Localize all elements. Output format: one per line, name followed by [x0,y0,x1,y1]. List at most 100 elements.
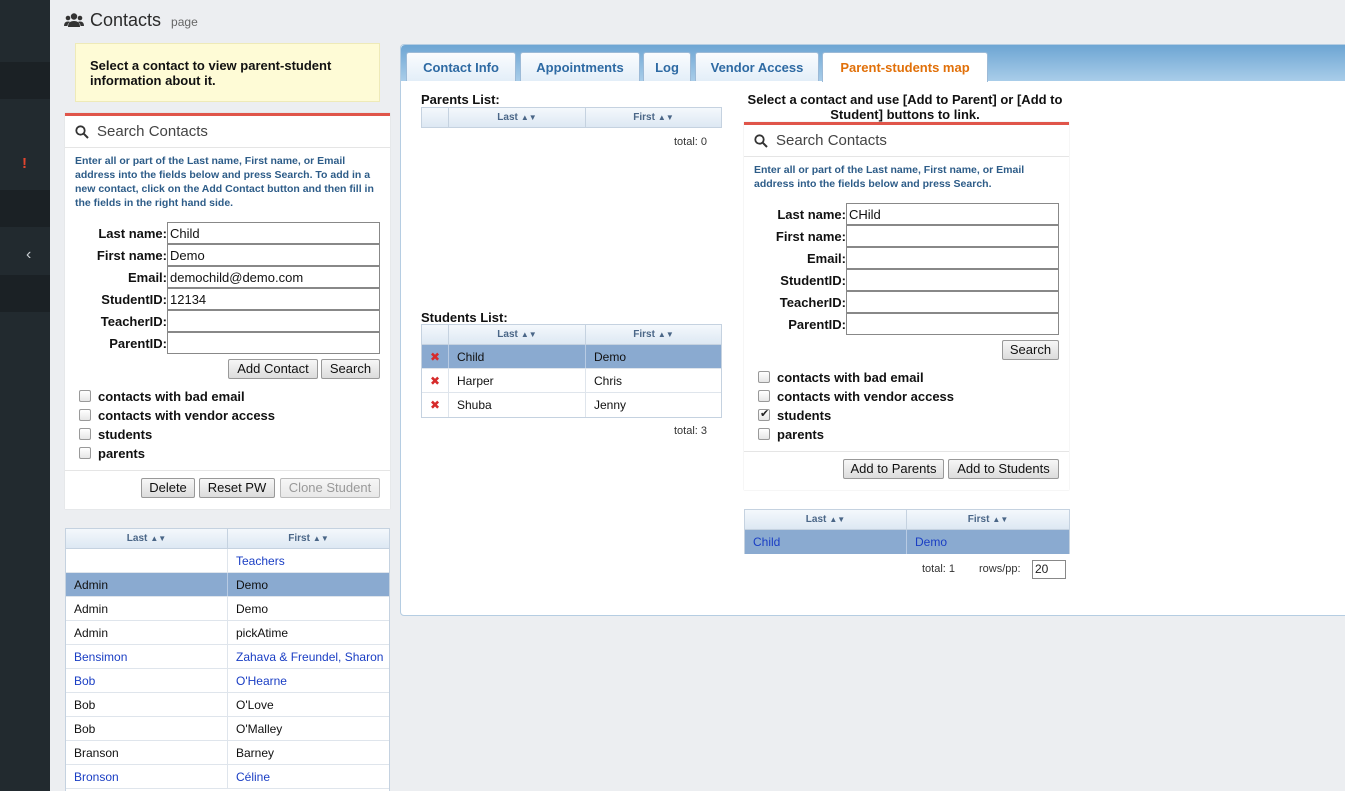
cell-first: Chris [594,373,623,388]
clone-student-button[interactable]: Clone Student [280,478,380,498]
right-first-name-input[interactable] [846,225,1059,247]
tab-appointments[interactable]: Appointments [520,52,640,81]
cell-first[interactable]: Teachers [228,549,389,572]
sidebar-item[interactable] [0,190,50,227]
table-row[interactable]: Child Demo [745,530,1069,554]
cell-last: Admin [66,573,228,596]
page-subtitle: page [171,15,198,29]
sidebar-item[interactable] [0,62,50,99]
checkbox[interactable] [758,390,770,402]
checkbox[interactable] [79,409,91,421]
parents-total: total: 0 [674,136,708,148]
table-row[interactable]: ✖ Shuba Jenny [422,393,721,417]
table-row[interactable]: Branson Barney [66,741,389,765]
collapse-sidebar-icon[interactable]: ‹ [26,246,31,264]
cell-last: Child [449,345,586,368]
email-input[interactable] [167,266,380,288]
checkbox[interactable] [79,447,91,459]
remove-icon[interactable]: ✖ [422,345,449,368]
last-name-input[interactable] [167,222,380,244]
tab-log[interactable]: Log [643,52,691,81]
tab-vendor-access[interactable]: Vendor Access [695,52,819,81]
column-header-first[interactable]: First ▲▼ [907,510,1069,529]
delete-button[interactable]: Delete [141,478,195,498]
cell-last[interactable]: Child [745,530,907,554]
right-bad-email-filter[interactable]: contacts with bad email [758,368,924,386]
column-header-first[interactable]: First ▲▼ [586,108,721,127]
search-result-table: Last ▲▼ First ▲▼ Child Demo [744,509,1070,554]
checkbox[interactable] [79,390,91,402]
table-row[interactable]: Admin Demo [66,597,389,621]
table-row[interactable]: Teachers [66,549,389,573]
table-row[interactable]: Bob O'Love [66,693,389,717]
cell-last[interactable]: Bronson [66,765,228,788]
cell-first[interactable]: Zahava & Freundel, Sharon [228,645,389,668]
remove-icon[interactable]: ✖ [422,369,449,392]
cell-last[interactable]: Bensimon [66,645,228,668]
rows-per-page-input[interactable]: 20 [1032,560,1066,579]
vendor-access-filter[interactable]: contacts with vendor access [79,406,275,424]
add-to-students-button[interactable]: Add to Students [948,459,1059,479]
column-header-action [422,108,449,127]
cell-last: Harper [449,369,586,392]
right-students-filter[interactable]: students [758,406,831,424]
table-row[interactable]: ✖ Child Demo [422,345,721,369]
column-header-last[interactable]: Last ▲▼ [449,108,586,127]
right-student-id-input[interactable] [846,269,1059,291]
checkbox[interactable] [758,371,770,383]
add-to-parents-button[interactable]: Add to Parents [843,459,944,479]
divider [65,470,390,471]
users-icon [64,13,84,27]
column-header-first[interactable]: First ▲▼ [586,325,721,344]
students-filter[interactable]: students [79,425,152,443]
search-button[interactable]: Search [321,359,380,379]
table-row[interactable]: ✖ Harper Chris [422,369,721,393]
table-row[interactable]: Bob O'Malley [66,717,389,741]
last-name-row: Last name: [75,222,380,244]
right-student-id-row: StudentID: [750,269,1059,291]
right-parent-id-input[interactable] [846,313,1059,335]
bad-email-filter[interactable]: contacts with bad email [79,387,245,405]
cell-first[interactable]: Demo [907,530,1069,554]
cell-first[interactable]: Céline [228,765,389,788]
tab-strip: Contact Info Appointments Log Vendor Acc… [401,45,1345,82]
table-row[interactable]: Admin pickAtime [66,621,389,645]
column-header-last[interactable]: Last ▲▼ [66,529,228,548]
sidebar-item[interactable] [0,275,50,312]
panel-title-text: Search Contacts [776,132,887,149]
table-row[interactable]: Admin Demo [66,573,389,597]
checkbox[interactable] [79,428,91,440]
first-name-input[interactable] [167,244,380,266]
table-row[interactable]: Bensimon Zahava & Freundel, Sharon [66,645,389,669]
right-email-input[interactable] [846,247,1059,269]
reset-pw-button[interactable]: Reset PW [199,478,275,498]
checkbox[interactable] [758,428,770,440]
right-parents-filter[interactable]: parents [758,425,824,443]
add-contact-button[interactable]: Add Contact [228,359,318,379]
table-row[interactable]: Bronson Céline [66,765,389,789]
column-header-last[interactable]: Last ▲▼ [745,510,907,529]
tab-contact-info[interactable]: Contact Info [406,52,516,81]
checkbox-checked[interactable] [758,407,770,421]
column-header-first[interactable]: First ▲▼ [228,529,389,548]
right-vendor-access-filter[interactable]: contacts with vendor access [758,387,954,405]
table-header: Last ▲▼ First ▲▼ [745,510,1069,530]
column-header-last[interactable]: Last ▲▼ [449,325,586,344]
table-row[interactable]: Bob O'Hearne [66,669,389,693]
first-name-label: First name: [775,228,846,244]
alert-icon[interactable]: ! [22,155,27,172]
tab-parent-students-map[interactable]: Parent-students map [822,52,988,82]
student-id-input[interactable] [167,288,380,310]
right-last-name-input[interactable] [846,203,1059,225]
parent-id-input[interactable] [167,332,380,354]
cell-last: Admin [66,621,228,644]
right-teacher-id-input[interactable] [846,291,1059,313]
parents-filter[interactable]: parents [79,444,145,462]
teacher-id-input[interactable] [167,310,380,332]
right-search-button[interactable]: Search [1002,340,1059,360]
cell-last[interactable]: Bob [66,669,228,692]
remove-icon[interactable]: ✖ [422,393,449,417]
divider [744,451,1069,452]
cell-first[interactable]: O'Hearne [228,669,389,692]
cell-first: pickAtime [236,625,289,640]
